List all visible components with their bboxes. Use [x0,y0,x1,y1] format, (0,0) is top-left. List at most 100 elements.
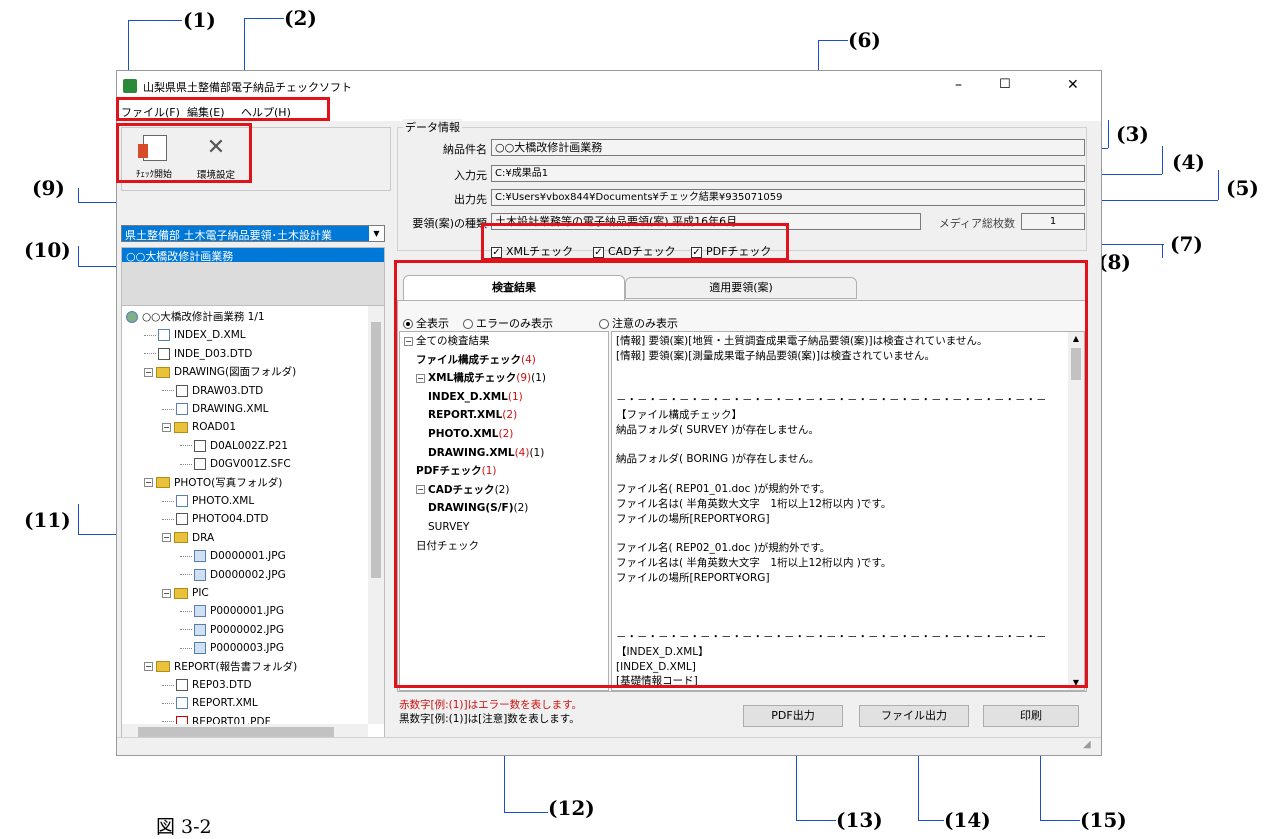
legend-error-text: 赤数字[例:(1)]はエラー数を表します。 [399,699,583,711]
project-list-item[interactable]: ○○大橋改修計画業務 [122,248,384,263]
dtd-file-icon [176,679,188,691]
file-tree-item-label: ROAD01 [192,421,237,434]
input-field: C:¥成果品1 [491,165,1085,182]
file-tree-item[interactable]: − PHOTO(写真フォルダ) [144,476,282,490]
file-tree-item[interactable]: REP03.DTD [162,678,252,692]
callout-9: (9) [32,176,65,200]
output-field: C:¥Users¥vbox844¥Documents¥チェック結果¥935071… [491,189,1085,206]
close-button[interactable]: ✕ [1067,77,1079,93]
resize-grip-icon[interactable]: ◢ [1083,739,1097,753]
file-tree-item-label: D0000002.JPG [210,568,286,581]
file-tree-item[interactable]: DRAWING.XML [162,402,268,416]
file-tree-item-label: DRA [192,531,215,544]
jpg-file-icon [194,605,206,618]
minimize-button[interactable]: – [955,77,962,93]
file-tree-item-label: D0GV001Z.SFC [210,458,291,471]
file-tree-item-label: PHOTO04.DTD [192,513,269,526]
file-tree-item[interactable]: PHOTO04.DTD [162,512,268,526]
file-tree-item[interactable]: D0000001.JPG [180,549,286,563]
tree-collapse-icon[interactable]: − [162,588,171,598]
highlight-toolbar [116,123,252,183]
callout-14: (14) [944,808,991,832]
callout-6: (6) [848,28,881,52]
callout-2: (2) [284,6,317,30]
file-tree-item[interactable]: P0000002.JPG [180,623,284,637]
file-tree-item[interactable]: − REPORT(報告書フォルダ) [144,660,297,674]
file-tree-item[interactable]: INDE_D03.DTD [144,347,252,361]
jpg-file-icon [194,568,206,581]
tree-collapse-icon[interactable]: − [144,367,153,377]
figure-caption: 図 3-2 [156,816,212,838]
tree-collapse-icon[interactable]: − [144,662,153,672]
file-tree-item[interactable]: DRAW03.DTD [162,384,263,398]
file-tree-item[interactable]: REPORT.XML [162,696,258,710]
app-logo-icon [123,79,137,93]
input-label: 入力元 [454,169,487,182]
jpg-file-icon [194,623,206,636]
dtd-file-icon [176,513,188,526]
file-tree-item[interactable]: P0000003.JPG [180,641,284,655]
file-tree-item-label: PIC [192,587,209,599]
file-tree-item-label: P0000002.JPG [210,623,284,636]
dtd-file-icon [176,384,188,397]
guideline-select-value: 県土整備部 土木電子納品要領･土木設計業 [125,229,332,242]
file-tree-item-label: REP03.DTD [192,679,252,691]
disc-icon [126,311,138,323]
file-tree[interactable]: ○○大橋改修計画業務 1/1 INDEX_D.XML INDE_D03.DTD − DR… [121,305,385,741]
chevron-down-icon[interactable]: ▼ [369,226,384,241]
file-tree-item-label: PHOTO(写真フォルダ) [174,476,283,489]
file-tree-item[interactable]: D0AL002Z.P21 [180,439,288,453]
file-tree-item-label: D0AL002Z.P21 [210,439,289,452]
file-tree-item-label: REPORT.XML [192,697,258,710]
folder-icon [156,366,170,378]
print-button[interactable]: 印刷 [983,705,1079,727]
file-tree-item[interactable]: ○○大橋改修計画業務 1/1 [126,310,265,324]
dtd-file-icon [158,347,170,360]
callout-11: (11) [24,508,71,532]
callout-10: (10) [24,238,71,262]
file-tree-item[interactable]: − DRAWING(図面フォルダ) [144,365,296,379]
folder-icon [174,421,188,433]
file-tree-item[interactable]: PHOTO.XML [162,494,254,508]
pdf-output-button[interactable]: PDF出力 [743,705,843,727]
callout-1: (1) [183,8,216,32]
file-tree-item-label: PHOTO.XML [192,495,255,507]
xml-file-icon [176,697,188,710]
callout-12: (12) [548,796,595,820]
dtd-file-icon [194,458,206,471]
file-tree-vscrollbar[interactable] [368,306,384,724]
file-tree-item-label: INDEX_D.XML [174,329,246,342]
highlight-menu [116,97,330,121]
file-tree-item[interactable]: INDEX_D.XML [144,328,246,342]
guideline-type-label: 要領(案)の種類 [412,217,487,230]
file-tree-item[interactable]: D0000002.JPG [180,568,286,582]
tree-collapse-icon[interactable]: − [144,478,153,488]
callout-7: (7) [1170,232,1203,256]
file-tree-item-label: P0000001.JPG [210,605,284,618]
callout-4: (4) [1172,150,1205,174]
legend-warning-text: 黒数字[例:(1)]は[注意]数を表します。 [399,713,580,725]
item-name-field: ○○大橋改修計画業務 [491,139,1085,156]
guideline-select[interactable]: 県土整備部 土木電子納品要領･土木設計業 ▼ [121,225,385,242]
file-output-button[interactable]: ファイル出力 [859,705,969,727]
file-tree-item[interactable]: − PIC [162,586,209,600]
file-tree-item[interactable]: P0000001.JPG [180,604,284,618]
data-info-group-label: データ情報 [403,119,462,135]
output-label: 出力先 [454,193,487,206]
maximize-button[interactable]: ☐ [999,77,1011,92]
file-tree-item-label: DRAWING(図面フォルダ) [174,366,297,379]
jpg-file-icon [194,642,206,655]
callout-13: (13) [836,808,883,832]
folder-icon [156,661,170,673]
jpg-file-icon [194,550,206,563]
file-tree-item[interactable]: D0GV001Z.SFC [180,457,291,471]
xml-file-icon [176,495,188,507]
callout-3: (3) [1116,122,1149,146]
tree-collapse-icon[interactable]: − [162,533,171,543]
media-count-label: メディア総枚数 [938,217,1015,230]
folder-icon [174,532,188,544]
tree-collapse-icon[interactable]: − [162,422,171,432]
file-tree-item[interactable]: − ROAD01 [162,420,236,434]
folder-icon [174,587,188,599]
file-tree-item[interactable]: − DRA [162,531,214,545]
